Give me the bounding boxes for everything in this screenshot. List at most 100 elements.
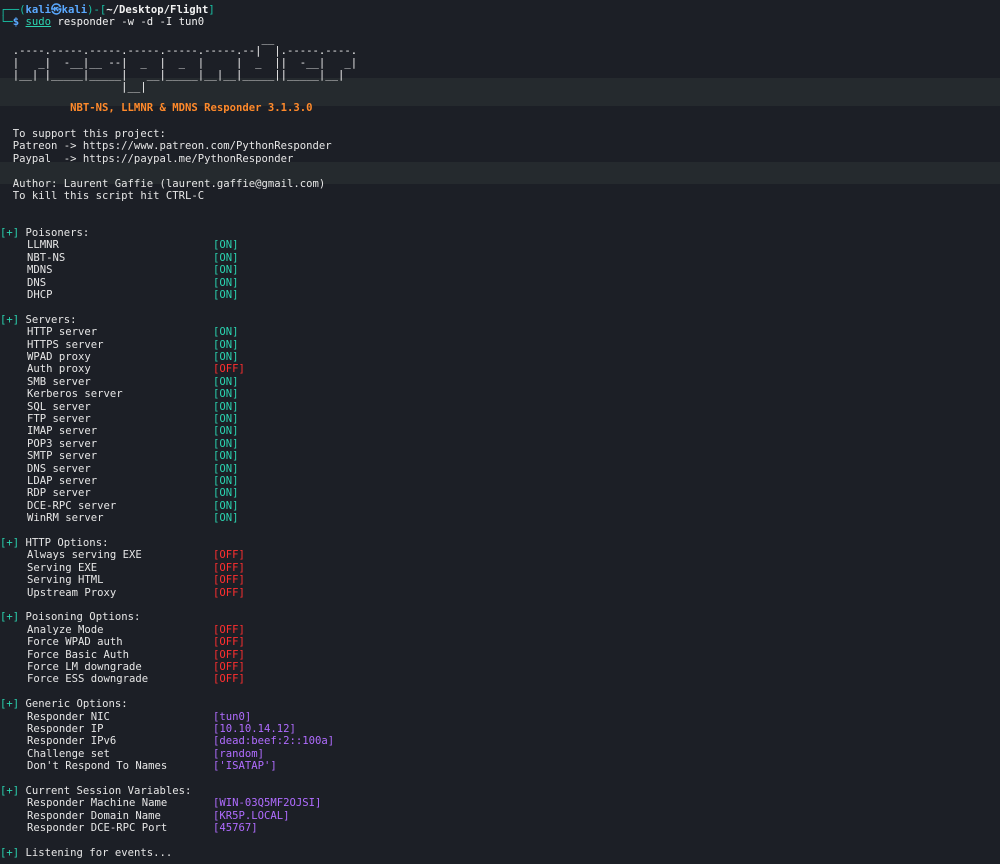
option-status: [WIN-03Q5MF2OJSI] (213, 797, 322, 810)
option-label: DNS (27, 276, 47, 289)
banner-title: NBT-NS, LLMNR & MDNS Responder 3.1.3.0 (0, 102, 313, 114)
option-label: DNS server (27, 462, 91, 475)
prompt-corner-bottom: └─ (0, 16, 13, 28)
plus-tag: [+] (0, 313, 20, 326)
option-label: Responder Domain Name (27, 809, 161, 822)
prompt-dollar: $ (12, 16, 20, 28)
option-status: [OFF] (213, 661, 245, 673)
option-label: SMTP server (27, 450, 98, 463)
banner-art-line: .----.-----.-----.-----.-----.-----.--| … (0, 45, 358, 57)
section-header: [+] Servers: (0, 314, 77, 326)
option-status: [ON] (213, 338, 239, 351)
option-label: Responder IPv6 (27, 735, 117, 748)
option-label: LLMNR (27, 239, 59, 252)
command-line: └─$ sudo responder -w -d -I tun0 (0, 16, 204, 28)
option-label: WinRM server (27, 512, 104, 525)
option-status: [ON] (213, 264, 239, 277)
option-status: [OFF] (213, 636, 245, 649)
option-status: [ON] (213, 512, 239, 525)
option-label: Kerberos server (27, 388, 123, 401)
listening-text: Listening for events... (25, 847, 173, 859)
option-status: [ON] (213, 239, 239, 252)
option-label: FTP server (27, 413, 91, 425)
option-label: SQL server (27, 400, 91, 413)
plus-tag: [+] (0, 611, 20, 624)
option-status: [ON] (213, 388, 239, 401)
plus-tag: [+] (0, 785, 20, 797)
option-status: [ON] (213, 487, 239, 500)
plus-tag: [+] (0, 227, 20, 239)
option-label: Responder IP (27, 723, 104, 735)
option-label: HTTPS server (27, 338, 104, 351)
option-label: Responder Machine Name (27, 797, 168, 810)
option-status: [OFF] (213, 574, 245, 587)
option-status: [OFF] (213, 363, 245, 376)
option-status: [random] (213, 747, 265, 760)
section-title: Poisoners: (25, 227, 90, 239)
option-status: [dead:beef:2::100a] (213, 735, 335, 748)
option-status: [ON] (213, 251, 239, 264)
option-label: Don't Respond To Names (27, 760, 168, 773)
banner-art-line: |__| (0, 81, 147, 93)
option-status: [ON] (213, 289, 239, 301)
info-line: Author: Laurent Gaffie (laurent.gaffie@g… (0, 177, 326, 190)
command-args: responder -w -d -I tun0 (57, 16, 205, 28)
option-status: [KR5P.LOCAL] (213, 809, 290, 822)
section-title: HTTP Options: (25, 537, 109, 549)
prompt-separator: )-[ (87, 4, 107, 16)
option-label: Serving EXE (27, 561, 98, 574)
section-header: [+] HTTP Options: (0, 537, 108, 549)
option-label: Serving HTML (27, 574, 104, 587)
option-status: [ON] (213, 413, 239, 425)
info-line: Patreon -> https://www.patreon.com/Pytho… (0, 140, 332, 153)
option-status: [tun0] (213, 710, 252, 723)
banner-art-line: __ (0, 33, 275, 45)
option-status: [OFF] (213, 648, 245, 661)
prompt-corner-top: ┌──( (0, 4, 26, 16)
section-title: Generic Options: (25, 698, 128, 711)
option-status: ['ISATAP'] (213, 760, 277, 773)
option-label: MDNS (27, 264, 53, 277)
section-header: [+] Generic Options: (0, 698, 128, 710)
option-label: Auth proxy (27, 363, 91, 376)
option-status: [OFF] (213, 673, 245, 686)
option-status: [ON] (213, 475, 239, 487)
option-label: Challenge set (27, 747, 110, 760)
option-status: [ON] (213, 276, 239, 289)
option-label: Force WPAD auth (27, 636, 123, 649)
option-status: [OFF] (213, 586, 245, 599)
plus-tag: [+] (0, 698, 20, 711)
option-status: [45767] (213, 822, 258, 835)
section-header: [+] Poisoning Options: (0, 611, 140, 623)
option-status: [10.10.14.12] (213, 723, 296, 735)
option-status: [ON] (213, 326, 239, 339)
option-status: [ON] (213, 351, 239, 363)
prompt-line: ┌──(kali㉿kali)-[~/Desktop/Flight] (0, 4, 215, 16)
prompt-host: kali (61, 4, 88, 16)
option-label: IMAP server (27, 425, 98, 438)
command-sudo: sudo (25, 16, 52, 28)
prompt-bracket-end: ] (208, 4, 215, 16)
option-status: [OFF] (213, 549, 245, 562)
option-label: NBT-NS (27, 251, 66, 264)
info-line: To kill this script hit CTRL-C (0, 190, 205, 202)
section-title: Servers: (25, 313, 77, 326)
option-label: HTTP server (27, 326, 98, 339)
plus-tag: [+] (0, 537, 20, 549)
option-label: DHCP (27, 289, 53, 301)
option-status: [ON] (213, 400, 239, 413)
section-title: Current Session Variables: (25, 785, 192, 797)
section-title: Poisoning Options: (25, 611, 141, 624)
section-header: [+] Poisoners: (0, 227, 89, 239)
terminal-window[interactable]: ┌──(kali㉿kali)-[~/Desktop/Flight] └─$ su… (0, 0, 1000, 864)
option-status: [ON] (213, 375, 239, 388)
option-label: POP3 server (27, 437, 98, 450)
option-label: Force LM downgrade (27, 661, 142, 673)
option-label: Analyze Mode (27, 623, 104, 636)
section-header: [+] Current Session Variables: (0, 785, 191, 797)
prompt-path: ~/Desktop/Flight (106, 4, 209, 16)
option-label: WPAD proxy (27, 351, 91, 363)
option-label: Upstream Proxy (27, 586, 117, 599)
plus-tag: [+] (0, 847, 20, 859)
prompt-at-symbol: ㉿ (51, 4, 62, 16)
